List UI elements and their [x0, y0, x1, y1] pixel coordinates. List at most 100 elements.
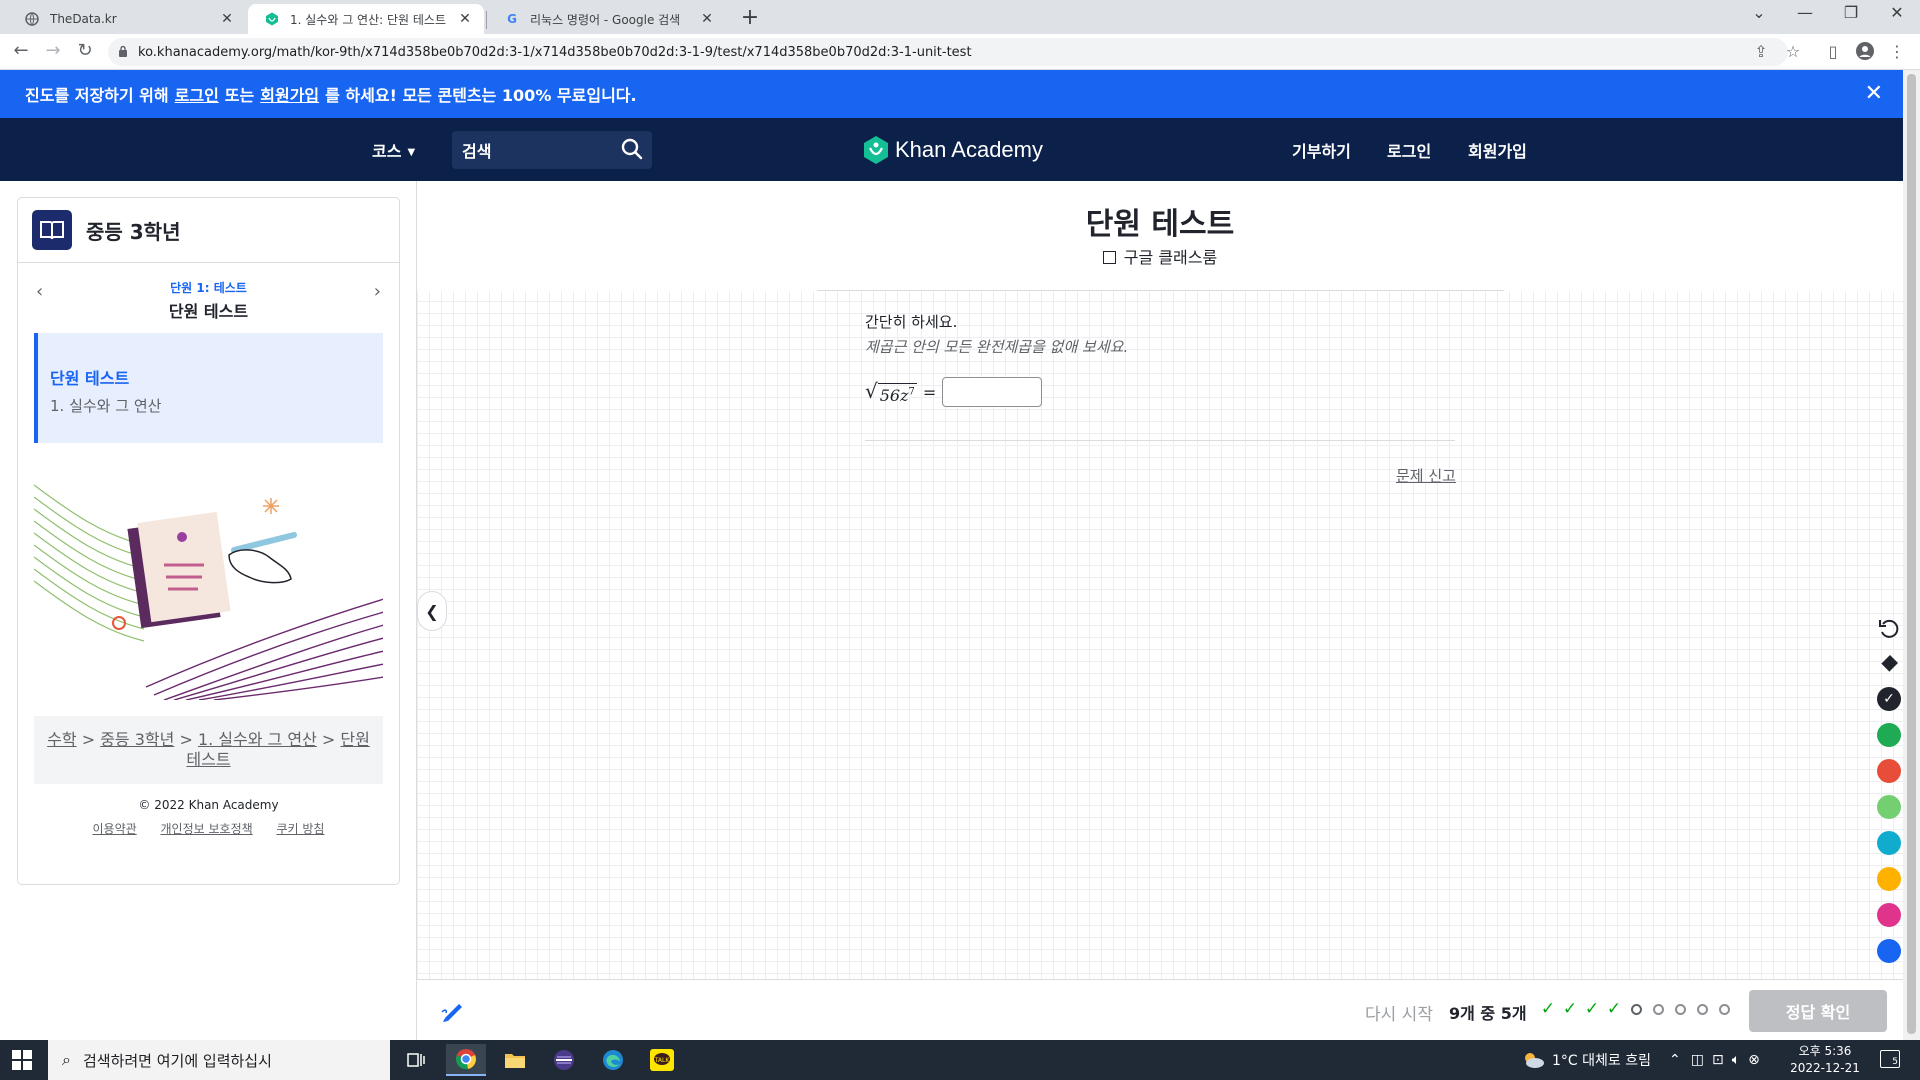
google-classroom-button[interactable]: 구글 클래스룸 [417, 244, 1903, 268]
sidebar-item-unit-test[interactable]: 단원 테스트 1. 실수와 그 연산 [34, 333, 383, 443]
breadcrumb-link[interactable]: 수학 [47, 730, 76, 749]
exponent: 7 [908, 386, 915, 398]
bookmark-star-icon[interactable]: ☆ [1782, 42, 1804, 61]
weather-cloud-icon [1525, 1053, 1544, 1068]
browser-tab-google[interactable]: G 리눅스 명령어 - Google 검색 ✕ [488, 4, 726, 34]
breadcrumb-link[interactable]: 중등 3학년 [100, 730, 174, 749]
close-tab-icon[interactable]: ✕ [456, 11, 474, 27]
edge-taskbar-icon[interactable] [593, 1044, 633, 1076]
breadcrumb-separator: > [321, 730, 336, 749]
close-icon[interactable]: ✕ [1865, 81, 1883, 106]
file-explorer-icon[interactable] [495, 1044, 535, 1076]
square-root: √ 56z7 [865, 379, 917, 405]
answered-check-icon: ✓ [1540, 999, 1556, 1019]
breadcrumb-separator: > [179, 730, 193, 749]
terms-link[interactable]: 이용약관 [93, 822, 137, 836]
color-light-green[interactable] [1877, 795, 1901, 819]
color-pink[interactable] [1877, 903, 1901, 927]
kakaotalk-taskbar-icon[interactable]: TALK [642, 1044, 682, 1076]
chevron-up-icon[interactable]: ⌃ [1669, 1052, 1681, 1068]
share-icon[interactable]: ⇪ [1750, 42, 1772, 61]
undo-icon[interactable] [1876, 615, 1902, 641]
collapse-sidebar-button[interactable]: ❮ [417, 591, 447, 631]
color-black-selected[interactable]: ✓ [1877, 687, 1901, 711]
color-green[interactable] [1877, 723, 1901, 747]
signup-link[interactable]: 회원가입 [1468, 138, 1527, 162]
question: 간단히 하세요. 제곱근 안의 모든 완전제곱을 없애 보세요. √ 56z7 … [865, 311, 1465, 407]
task-view-icon[interactable] [396, 1044, 436, 1076]
browser-tab-khan[interactable]: 1. 실수와 그 연산: 단원 테스트 | ✕ [248, 4, 484, 34]
color-red[interactable] [1877, 759, 1901, 783]
network-icon[interactable]: ⊡ [1712, 1052, 1724, 1068]
breadcrumb-link[interactable]: 1. 실수와 그 연산 [198, 730, 317, 749]
search-icon[interactable] [620, 137, 644, 161]
volume-icon[interactable]: 🔈︎ [1732, 1052, 1740, 1068]
reload-icon[interactable]: ↻ [73, 40, 97, 61]
app-taskbar-icon[interactable] [544, 1044, 584, 1076]
eraser-icon[interactable] [1876, 651, 1902, 677]
close-window-icon[interactable]: ✕ [1882, 3, 1912, 22]
banner-login-link[interactable]: 로그인 [175, 82, 219, 106]
address-bar[interactable]: ko.khanacademy.org/math/kor-9th/x714d358… [108, 38, 1788, 66]
unit-subtitle[interactable]: 단원 1: 테스트 [18, 263, 399, 296]
check-answer-button[interactable]: 정답 확인 [1749, 990, 1887, 1032]
notification-center-icon[interactable]: 5 [1880, 1050, 1900, 1068]
answer-input[interactable] [942, 377, 1043, 407]
cookie-link[interactable]: 쿠키 방침 [276, 822, 324, 836]
color-blue-teal[interactable] [1877, 831, 1901, 855]
caret-down-icon: ▼ [407, 147, 416, 158]
taskbar-search-input[interactable]: ⌕ 검색하려면 여기에 입력하십시 [48, 1040, 390, 1080]
system-clock[interactable]: 오후 5:36 2022-12-21 [1790, 1043, 1860, 1077]
search-icon: ⌕ [62, 1050, 71, 1069]
restart-button[interactable]: 다시 시작 [1365, 1000, 1433, 1025]
chevron-right-icon[interactable]: › [374, 281, 381, 302]
courses-menu[interactable]: 코스 ▼ [372, 138, 415, 162]
new-tab-button[interactable]: + [738, 5, 762, 30]
copyright: © 2022 Khan Academy [138, 798, 279, 812]
close-tab-icon[interactable]: ✕ [698, 11, 716, 27]
scratchpad-pencil-icon[interactable] [439, 998, 465, 1024]
radical-sign-icon: √ [865, 379, 878, 403]
color-yellow[interactable] [1877, 867, 1901, 891]
forward-icon[interactable]: → [41, 40, 65, 61]
more-menu-icon[interactable]: ⋮ [1886, 42, 1908, 61]
page-title: 단원 테스트 [1085, 207, 1235, 242]
ime-icon[interactable]: ⊗ [1748, 1052, 1760, 1068]
search-input[interactable]: 검색 [452, 131, 652, 169]
color-blue[interactable] [1877, 939, 1901, 963]
chevron-left-icon[interactable]: ‹ [36, 281, 43, 302]
back-icon[interactable]: ← [9, 40, 33, 61]
sidebar-course-header[interactable]: 중등 3학년 [18, 198, 399, 263]
chrome-taskbar-icon[interactable] [446, 1044, 486, 1076]
signup-banner: 진도를 저장하기 위해 로그인 또는 회원가입 를 하세요! 모든 콘텐츠는 1… [0, 70, 1903, 118]
banner-text-suffix: 를 하세요! 모든 콘텐츠는 100% 무료입니다. [325, 86, 637, 105]
tab-title: 리눅스 명령어 - Google 검색 [530, 12, 681, 27]
privacy-link[interactable]: 개인정보 보호정책 [161, 822, 253, 836]
sync-icon[interactable]: ◫ [1691, 1052, 1704, 1068]
globe-icon [24, 11, 40, 27]
windows-taskbar: ⌕ 검색하려면 여기에 입력하십시 TALK 1°C 대체로 흐림 ⌃ ◫ ⊡ … [0, 1040, 1920, 1080]
donate-link[interactable]: 기부하기 [1292, 138, 1351, 162]
banner-signup-link[interactable]: 회원가입 [260, 82, 319, 106]
divider [817, 290, 1504, 291]
breadcrumb-separator: > [81, 730, 96, 749]
profile-icon[interactable] [1854, 42, 1876, 64]
unit-navigator: ‹ 단원 1: 테스트 단원 테스트 › [18, 263, 399, 333]
browser-tab-thedata[interactable]: TheData.kr ✕ [8, 4, 246, 34]
khan-academy-logo[interactable]: Khan Academy [863, 136, 1043, 164]
side-panel-icon[interactable]: ▯ [1822, 42, 1844, 61]
courses-label: 코스 [372, 142, 402, 161]
scrollbar-thumb[interactable] [1907, 74, 1916, 1034]
clock-time: 오후 5:36 [1798, 1044, 1852, 1058]
close-tab-icon[interactable]: ✕ [218, 11, 236, 27]
equals-sign: = [922, 382, 937, 402]
report-problem-link[interactable]: 문제 신고 [1396, 465, 1456, 486]
weather-text[interactable]: 1°C 대체로 흐림 [1552, 1050, 1651, 1070]
windows-start-icon[interactable] [12, 1050, 32, 1070]
browser-toolbar: ← → ↻ ko.khanacademy.org/math/kor-9th/x7… [0, 34, 1920, 70]
minimize-icon[interactable]: — [1790, 3, 1820, 22]
page-scrollbar[interactable] [1903, 70, 1920, 1040]
login-link[interactable]: 로그인 [1387, 138, 1431, 162]
tab-search-icon[interactable]: ⌄ [1744, 3, 1774, 22]
restore-icon[interactable]: ❐ [1836, 3, 1866, 22]
